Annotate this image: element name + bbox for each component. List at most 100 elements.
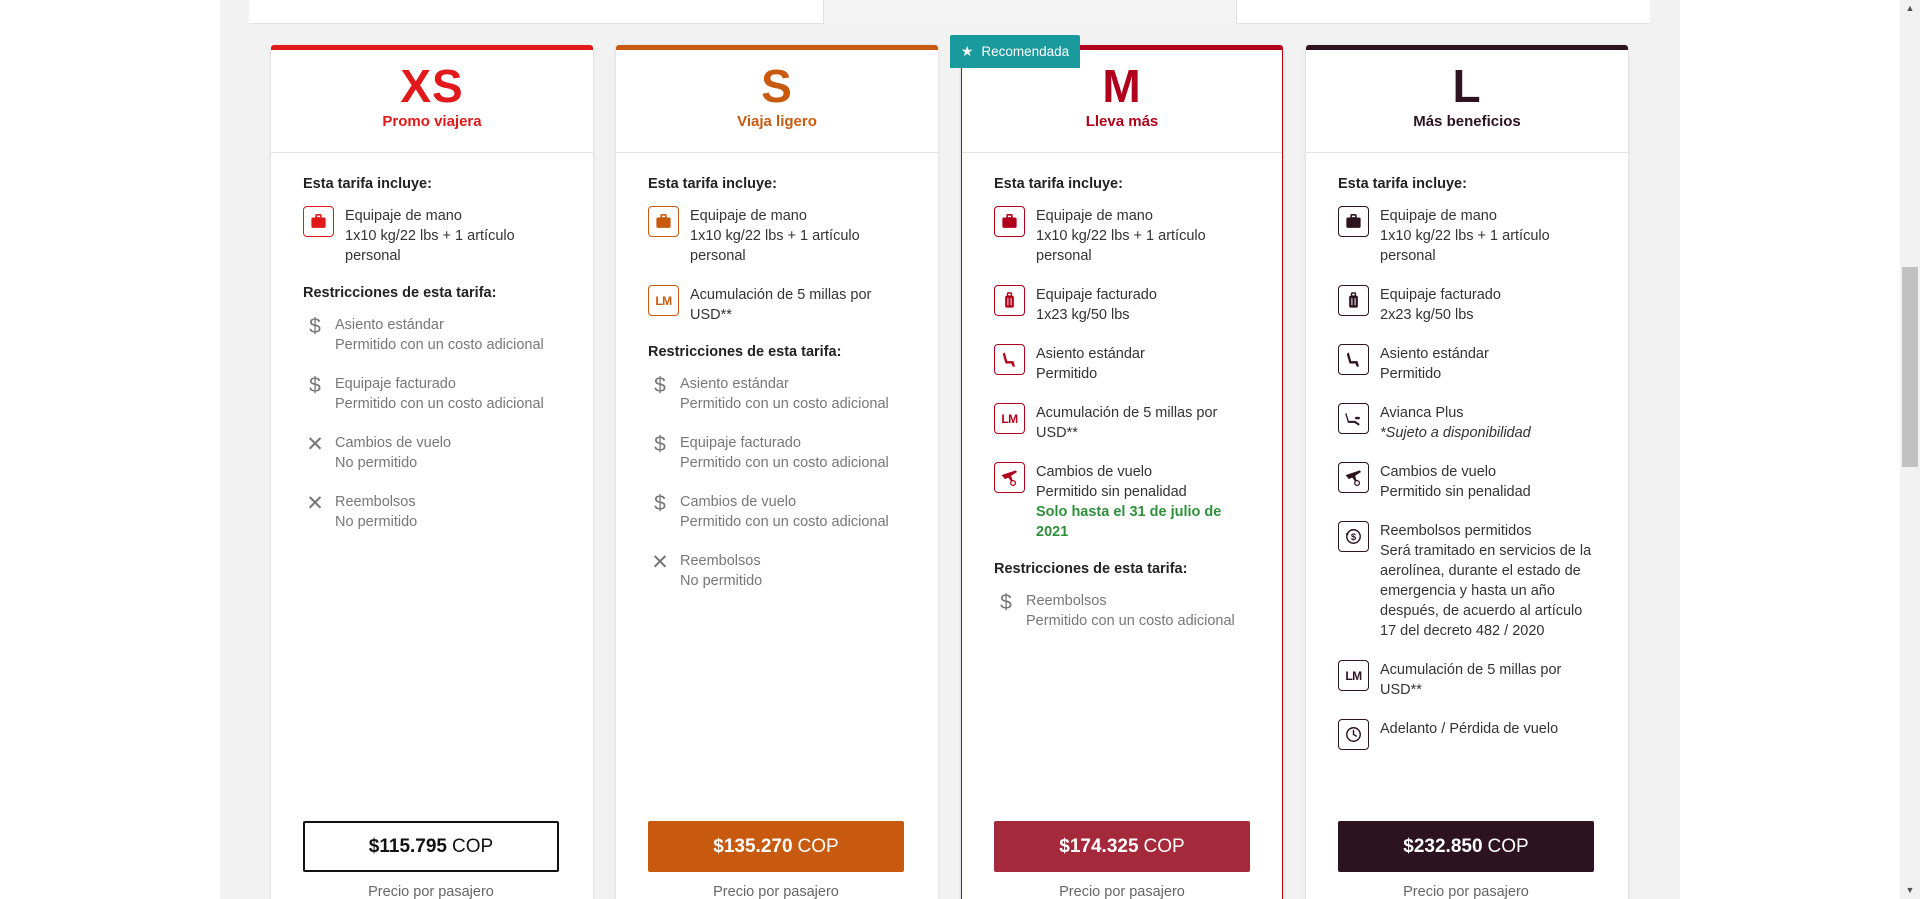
fare-card-body: Esta tarifa incluye: Equipaje de mano 1x10… — [962, 153, 1282, 631]
restriction-title: Cambios de vuelo — [335, 435, 452, 451]
included-feature: Equipaje de mano 1x10 kg/22 lbs + 1 artíc… — [994, 206, 1250, 266]
restriction-text: Reembolsos Permitido con un costo adicion… — [1026, 591, 1235, 631]
price-section: $135.270 COP Precio por pasajero — [648, 821, 904, 899]
feature-text: Equipaje facturado 1x23 kg/50 lbs — [1036, 285, 1157, 325]
fare-card-xs: XS Promo viajera Esta tarifa incluye: Equip… — [271, 45, 593, 899]
price-currency: COP — [1487, 835, 1529, 857]
included-feature: Asiento estándar Permitido — [1338, 344, 1596, 384]
restriction-item: ✕ Reembolsos No permitido — [648, 551, 906, 591]
feature-text: Acumulación de 5 millas por USD** — [690, 285, 906, 325]
dollar-icon: $ — [309, 315, 321, 338]
feature-desc: Permitido — [1036, 366, 1098, 382]
fare-card-s: S Viaja ligero Esta tarifa incluye: Equipaj… — [616, 45, 938, 899]
fare-card-m: M Lleva más Esta tarifa incluye: Equipaje d… — [961, 45, 1283, 899]
restriction-item: $ Equipaje facturado Permitido con un cost… — [648, 433, 906, 473]
restrictions-title: Restricciones de esta tarifa: — [994, 561, 1188, 577]
feature-title: Equipaje de mano — [1036, 208, 1153, 224]
feature-title: Asiento estándar — [1380, 346, 1489, 362]
fare-code: L — [1452, 60, 1482, 112]
included-feature: LM Acumulación de 5 millas por USD** — [1338, 660, 1596, 700]
feature-text: Adelanto / Pérdida de vuelo — [1380, 719, 1558, 739]
dollar-icon: $ — [309, 374, 321, 397]
close-icon: ✕ — [306, 492, 324, 515]
dollar-icon: $ — [654, 492, 666, 515]
price-amount: $135.270 — [713, 835, 793, 857]
feature-text: Equipaje de mano 1x10 kg/22 lbs + 1 artíc… — [1036, 206, 1250, 266]
price-section: $115.795 COP Precio por pasajero — [303, 821, 559, 899]
restriction-text: Asiento estándar Permitido con un costo a… — [680, 374, 889, 414]
price-amount: $115.795 — [368, 835, 447, 857]
includes-title: Esta tarifa incluye: — [648, 176, 777, 192]
lifemiles-icon: LM — [1338, 660, 1369, 691]
select-fare-button[interactable]: $174.325 COP — [994, 821, 1250, 872]
restriction-desc: No permitido — [335, 455, 418, 471]
lifemiles-icon: LM — [994, 403, 1025, 434]
scroll-down-arrow-icon[interactable]: ▼ — [1900, 882, 1920, 899]
restriction-text: Cambios de vuelo Permitido con un costo a… — [680, 492, 889, 532]
restriction-title: Equipaje facturado — [680, 435, 801, 451]
select-fare-button[interactable]: $115.795 COP — [303, 821, 559, 872]
price-per-passenger: Precio por pasajero — [1403, 884, 1529, 899]
included-feature: $ Reembolsos permitidos Será tramitado en … — [1338, 521, 1596, 641]
included-feature: Equipaje de mano 1x10 kg/22 lbs + 1 artíc… — [1338, 206, 1596, 266]
feature-title: Equipaje facturado — [1380, 287, 1501, 303]
feature-title: Adelanto / Pérdida de vuelo — [1380, 721, 1559, 737]
dollar-icon: $ — [1000, 591, 1012, 614]
restriction-item: $ Asiento estándar Permitido con un costo … — [648, 374, 906, 414]
select-fare-button[interactable]: $135.270 COP — [648, 821, 904, 872]
restriction-text: Reembolsos No permitido — [335, 492, 417, 532]
restriction-desc: Permitido con un costo adicional — [680, 396, 889, 412]
feature-desc: 2x23 kg/50 lbs — [1380, 307, 1474, 323]
feature-text: Asiento estándar Permitido — [1380, 344, 1489, 384]
page-margin-right — [1680, 0, 1900, 899]
scroll-up-arrow-icon[interactable]: ▲ — [1900, 0, 1920, 17]
svg-text:$: $ — [1351, 532, 1357, 543]
fare-card-header: S Viaja ligero — [616, 50, 938, 153]
recommended-badge: ★ Recomendada — [950, 35, 1080, 68]
included-feature: Cambios de vuelo Permitido sin penalidad S… — [994, 462, 1250, 542]
included-feature: Equipaje de mano 1x10 kg/22 lbs + 1 artíc… — [303, 206, 561, 266]
feature-note: *Sujeto a disponibilidad — [1380, 425, 1531, 441]
restriction-item: $ Reembolsos Permitido con un costo adicio… — [994, 591, 1250, 631]
fare-card-header: L Más beneficios — [1306, 50, 1628, 153]
fare-subtitle: Promo viajera — [382, 113, 482, 130]
includes-title: Esta tarifa incluye: — [303, 176, 432, 192]
suitcase-icon — [994, 285, 1025, 316]
price-amount: $232.850 — [1403, 835, 1483, 857]
included-feature: Equipaje facturado 2x23 kg/50 lbs — [1338, 285, 1596, 325]
top-strip — [249, 0, 1650, 24]
price-section: $232.850 COP Precio por pasajero — [1338, 821, 1594, 899]
close-icon: ✕ — [651, 551, 669, 574]
included-feature: Cambios de vuelo Permitido sin penalidad — [1338, 462, 1596, 502]
included-feature: LM Acumulación de 5 millas por USD** — [994, 403, 1250, 443]
restriction-desc: Permitido con un costo adicional — [335, 337, 544, 353]
feature-title: Cambios de vuelo — [1036, 464, 1153, 480]
restriction-text: Equipaje facturado Permitido con un costo… — [680, 433, 889, 473]
feature-desc: Permitido sin penalidad — [1380, 484, 1531, 500]
fare-code: XS — [400, 60, 464, 112]
fare-card-body: Esta tarifa incluye: Equipaje de mano 1x10… — [1306, 153, 1628, 750]
seat-icon — [994, 344, 1025, 375]
feature-text: Acumulación de 5 millas por USD** — [1380, 660, 1596, 700]
fare-card-body: Esta tarifa incluye: Equipaje de mano 1x10… — [271, 153, 593, 532]
feature-text: Equipaje de mano 1x10 kg/22 lbs + 1 artíc… — [345, 206, 561, 266]
scrollbar[interactable]: ▲ ▼ — [1900, 0, 1920, 899]
restriction-title: Cambios de vuelo — [680, 494, 797, 510]
restriction-title: Asiento estándar — [680, 376, 789, 392]
price-per-passenger: Precio por pasajero — [368, 884, 494, 899]
fare-code: M — [1102, 60, 1142, 112]
feature-text: Avianca Plus *Sujeto a disponibilidad — [1380, 403, 1531, 443]
included-feature: Equipaje facturado 1x23 kg/50 lbs — [994, 285, 1250, 325]
restriction-desc: No permitido — [680, 573, 763, 589]
restriction-title: Reembolsos — [335, 494, 416, 510]
scrollbar-thumb[interactable] — [1902, 267, 1918, 467]
price-per-passenger: Precio por pasajero — [1059, 884, 1185, 899]
price-currency: COP — [1143, 835, 1185, 857]
fare-card-l: L Más beneficios Esta tarifa incluye: Equip… — [1306, 45, 1628, 899]
fare-subtitle: Más beneficios — [1413, 113, 1521, 130]
feature-text: Reembolsos permitidos Será tramitado en s… — [1380, 521, 1596, 641]
select-fare-button[interactable]: $232.850 COP — [1338, 821, 1594, 872]
restriction-item: ✕ Reembolsos No permitido — [303, 492, 561, 532]
feature-title: Reembolsos permitidos — [1380, 523, 1532, 539]
included-feature: LM Acumulación de 5 millas por USD** — [648, 285, 906, 325]
